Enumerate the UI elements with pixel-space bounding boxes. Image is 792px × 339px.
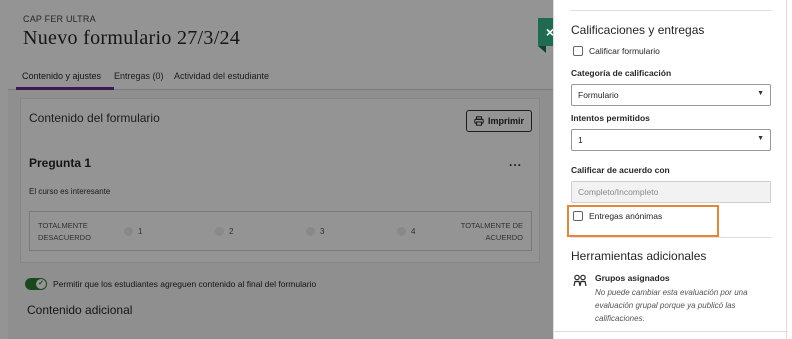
grade-form-label: Calificar formulario [589, 46, 660, 56]
form-editor-page: CAP FER ULTRA Nuevo formulario 27/3/24 C… [0, 0, 553, 339]
grade-form-checkbox[interactable] [573, 46, 583, 56]
grade-form-row[interactable]: Calificar formulario [573, 46, 660, 56]
grade-category-select[interactable]: Formulario ▼ [571, 84, 771, 106]
attempts-select[interactable]: 1 ▼ [571, 129, 771, 151]
assigned-groups-note: No puede cambiar esta evaluación por una… [595, 288, 748, 323]
settings-panel: Calificaciones y entregas Calificar form… [553, 0, 788, 339]
attempts-value: 1 [578, 135, 583, 145]
divider [554, 331, 788, 332]
additional-tools-heading: Herramientas adicionales [571, 249, 707, 263]
chevron-down-icon: ▼ [757, 90, 764, 97]
group-icon [573, 274, 587, 287]
divider [571, 237, 772, 238]
divider [570, 10, 772, 11]
grades-submissions-heading: Calificaciones y entregas [571, 23, 705, 37]
grade-by-value: Completo/Incompleto [578, 187, 659, 197]
modal-overlay [0, 0, 553, 339]
grade-by-field: Completo/Incompleto [571, 181, 771, 203]
assigned-groups-title: Grupos asignados [595, 273, 670, 283]
annotation-highlight-box [567, 205, 719, 237]
grade-category-value: Formulario [578, 90, 619, 100]
grade-by-label: Calificar de acuerdo con [571, 165, 670, 175]
grade-category-label: Categoría de calificación [571, 68, 672, 78]
attempts-label: Intentos permitidos [571, 113, 650, 123]
chevron-down-icon: ▼ [757, 135, 764, 142]
